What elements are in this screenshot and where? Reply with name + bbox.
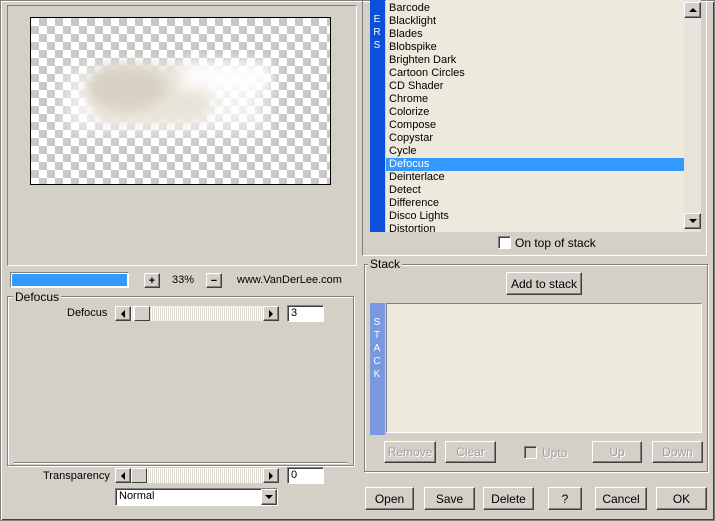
- filter-list-item[interactable]: Detect: [386, 184, 684, 197]
- add-to-stack-button[interactable]: Add to stack: [506, 272, 582, 295]
- stack-side-letter: A: [373, 343, 381, 354]
- upto-checkbox[interactable]: [524, 446, 537, 459]
- filters-side-letter: R: [373, 27, 381, 38]
- defocus-param-label: Defocus: [67, 307, 108, 319]
- filter-list-item[interactable]: Compose: [386, 119, 684, 132]
- delete-button[interactable]: Delete: [483, 487, 534, 510]
- scroll-down-button[interactable]: [684, 213, 701, 229]
- arrow-down-icon: [688, 219, 697, 223]
- filter-list[interactable]: Barcode Blacklight Blades Blobspike Brighten…: [386, 0, 684, 232]
- defocus-slider-thumb[interactable]: [134, 306, 150, 321]
- filter-list-item[interactable]: Brighten Dark: [386, 54, 684, 67]
- arrow-up-icon: [688, 8, 697, 12]
- filter-list-item[interactable]: Cycle: [386, 145, 684, 158]
- arrow-left-icon: [121, 309, 125, 318]
- filter-list-item[interactable]: Distortion: [386, 223, 684, 232]
- remove-button[interactable]: Remove: [384, 441, 436, 463]
- blend-mode-value: Normal: [119, 490, 155, 502]
- defocus-value-input[interactable]: 3: [287, 305, 324, 322]
- filter-list-item[interactable]: Disco Lights: [386, 210, 684, 223]
- preview-image: [66, 62, 271, 130]
- stack-side-letter: S: [373, 317, 381, 328]
- stack-side-letter: T: [373, 330, 381, 341]
- zoom-progress-bar: [10, 272, 129, 288]
- upto-label: Upto: [542, 446, 568, 460]
- transparency-label: Transparency: [43, 470, 110, 482]
- filter-list-item[interactable]: Blades: [386, 28, 684, 41]
- filter-params-legend: Defocus: [13, 290, 62, 304]
- defocus-slider-track[interactable]: [131, 306, 263, 321]
- transparency-increase-button[interactable]: [263, 468, 279, 483]
- filter-list-item[interactable]: Defocus: [386, 158, 684, 171]
- filter-list-item[interactable]: Copystar: [386, 132, 684, 145]
- down-button[interactable]: Down: [652, 441, 703, 463]
- filters-side-letter: S: [373, 40, 381, 51]
- transparency-value-input[interactable]: 0: [287, 467, 324, 484]
- defocus-decrease-button[interactable]: [115, 306, 131, 321]
- zoom-in-button[interactable]: +: [144, 273, 160, 288]
- filter-list-item[interactable]: Difference: [386, 197, 684, 210]
- zoom-out-button[interactable]: −: [206, 273, 222, 288]
- stack-side-letter: K: [373, 369, 381, 380]
- stack-list[interactable]: [386, 303, 702, 433]
- transparency-slider-track[interactable]: [131, 468, 263, 483]
- preview-canvas[interactable]: [30, 17, 331, 185]
- open-button[interactable]: Open: [365, 487, 414, 510]
- help-button[interactable]: ?: [548, 487, 582, 510]
- save-button[interactable]: Save: [424, 487, 475, 510]
- arrow-right-icon: [269, 309, 273, 318]
- arrow-right-icon: [269, 471, 273, 480]
- filter-list-item[interactable]: Deinterlace: [386, 171, 684, 184]
- stack-legend: Stack: [368, 257, 403, 271]
- filter-list-item[interactable]: Blobspike: [386, 41, 684, 54]
- transparency-divider: [14, 462, 347, 464]
- stack-side-strip: S T A C K: [370, 303, 385, 435]
- ok-button[interactable]: OK: [656, 487, 707, 510]
- chevron-down-icon: [265, 495, 273, 499]
- arrow-left-icon: [121, 471, 125, 480]
- filters-side-letter: E: [373, 14, 381, 25]
- stack-side-letter: C: [373, 356, 381, 367]
- on-top-of-stack-label: On top of stack: [515, 236, 596, 250]
- cancel-button[interactable]: Cancel: [595, 487, 647, 510]
- transparency-decrease-button[interactable]: [115, 468, 131, 483]
- zoom-progress-fill: [12, 274, 127, 286]
- scroll-up-button[interactable]: [684, 2, 701, 18]
- up-button[interactable]: Up: [592, 441, 642, 463]
- on-top-of-stack-checkbox[interactable]: [498, 236, 511, 249]
- filter-list-item[interactable]: CD Shader: [386, 80, 684, 93]
- filter-list-item[interactable]: Colorize: [386, 106, 684, 119]
- filter-list-item[interactable]: Blacklight: [386, 15, 684, 28]
- blend-mode-dropdown-button[interactable]: [261, 489, 277, 505]
- vendor-link[interactable]: www.VanDerLee.com: [237, 274, 342, 286]
- filter-list-item[interactable]: Cartoon Circles: [386, 67, 684, 80]
- filters-side-strip: E R S: [370, 0, 385, 232]
- transparency-slider-thumb[interactable]: [131, 468, 147, 483]
- blend-mode-select[interactable]: Normal: [115, 488, 278, 506]
- filter-list-item[interactable]: Chrome: [386, 93, 684, 106]
- clear-button[interactable]: Clear: [445, 441, 496, 463]
- filter-list-scrollbar[interactable]: [684, 0, 701, 232]
- filter-list-item[interactable]: Barcode: [386, 2, 684, 15]
- zoom-level: 33%: [172, 274, 195, 286]
- defocus-increase-button[interactable]: [263, 306, 279, 321]
